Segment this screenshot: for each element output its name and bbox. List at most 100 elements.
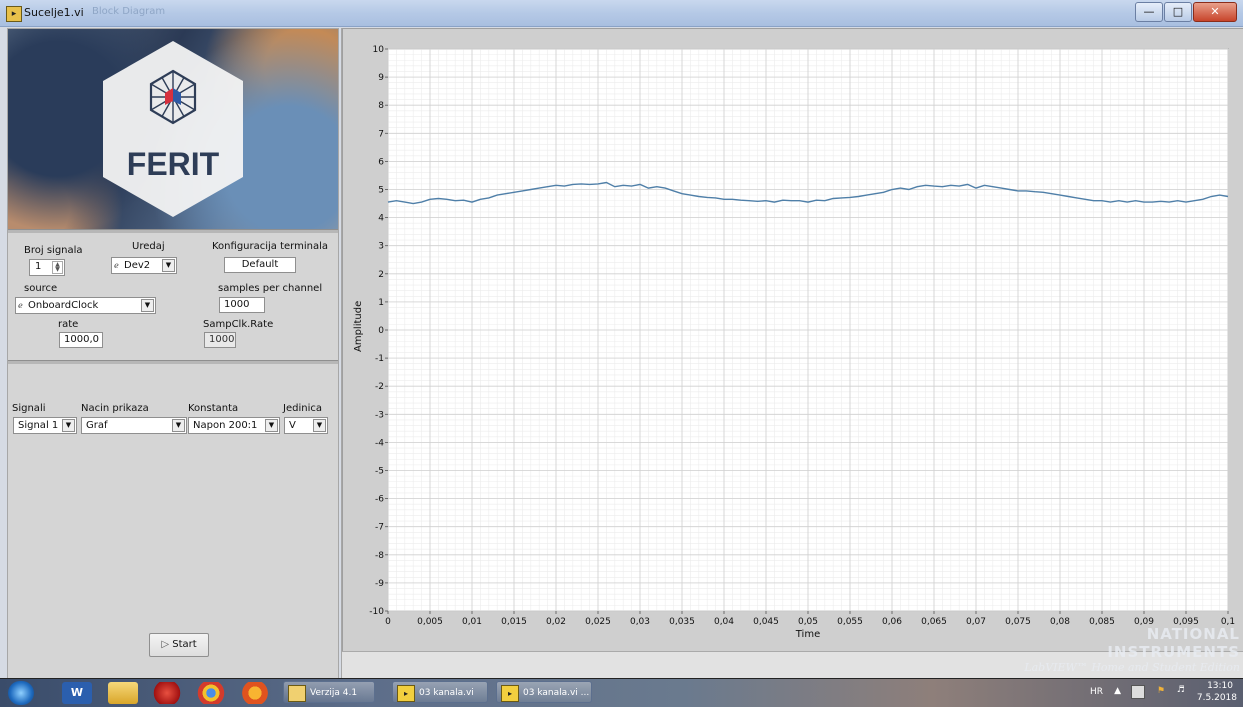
y-tick-label: -1 [375, 354, 384, 364]
x-tick-label: 0,07 [966, 617, 986, 627]
window-title: Sucelje1.vi [24, 6, 84, 19]
watermark-line-2: INSTRUMENTS [1107, 643, 1240, 661]
tray-expand-icon[interactable]: ▲ [1114, 686, 1121, 696]
language-indicator[interactable]: HR [1090, 687, 1103, 697]
konstanta-label: Konstanta [188, 403, 239, 414]
broj-signala-label: Broj signala [24, 245, 83, 256]
close-button[interactable]: ✕ [1193, 2, 1237, 22]
panel-divider [8, 360, 338, 364]
y-tick-label: -4 [375, 438, 384, 448]
start-button[interactable]: ▷ Start [149, 633, 209, 657]
signali-value: Signal 1 [18, 420, 59, 431]
konfiguracija-field[interactable]: Default [224, 257, 296, 273]
firefox-icon[interactable] [240, 682, 270, 704]
taskbar-labview-vi-2[interactable]: ▸ 03 kanala.vi ... [496, 681, 592, 703]
waveform-graph: 10 9 8 7 6 5 4 3 2 1 0 -1 -2 -3 -4 -5 -6 -7 -8 -9 -10 0 0,005… [342, 28, 1243, 652]
y-tick-label: 4 [378, 214, 384, 224]
word-icon[interactable]: W [62, 682, 92, 704]
uredaj-select[interactable]: ℯ Dev2 ▼ [111, 257, 177, 274]
ni-watermark: NATIONAL INSTRUMENTS LabVIEW™ Home and S… [1024, 625, 1240, 674]
chrome-icon[interactable] [196, 682, 226, 704]
x-tick-label: 0 [385, 617, 391, 627]
network-icon[interactable] [1131, 685, 1145, 699]
sampclk-label: SampClk.Rate [203, 319, 274, 330]
y-tick-label: -3 [375, 410, 384, 420]
x-tick-label: 0,005 [417, 617, 443, 627]
chevron-down-icon[interactable]: ▼ [62, 419, 75, 432]
uredaj-label: Uredaj [132, 241, 165, 252]
chevron-down-icon[interactable]: ▼ [265, 419, 278, 432]
watermark-line-1: NATIONAL [1146, 625, 1240, 643]
y-tick-label: -8 [375, 551, 384, 561]
taskbar-item-label: 03 kanala.vi ... [523, 688, 590, 698]
y-axis-ticks: 109876543210-1-2-3-4-5-6-7-8-9-10 [369, 45, 388, 617]
outlook-icon[interactable] [108, 682, 138, 704]
jedinica-value: V [289, 420, 296, 431]
watermark-line-3: LabVIEW™ Home and Student Edition [1024, 661, 1240, 674]
y-tick-label: -10 [369, 607, 384, 617]
rate-field[interactable]: 1000,0 [59, 332, 103, 348]
chevron-down-icon[interactable]: ▼ [172, 419, 185, 432]
volume-icon[interactable]: ♬ [1177, 685, 1185, 695]
taskbar-item-label: 03 kanala.vi [419, 688, 474, 698]
x-tick-label: 0,02 [546, 617, 566, 627]
chevron-down-icon[interactable]: ▼ [313, 419, 326, 432]
x-tick-label: 0,025 [585, 617, 611, 627]
clock-time[interactable]: 13:10 [1207, 681, 1233, 691]
y-tick-label: 1 [378, 298, 384, 308]
x-tick-label: 0,045 [753, 617, 779, 627]
nacin-label: Nacin prikaza [81, 403, 149, 414]
signali-label: Signali [12, 403, 46, 414]
x-tick-label: 0,065 [921, 617, 947, 627]
acrobat-icon[interactable] [152, 682, 182, 704]
x-tick-label: 0,03 [630, 617, 650, 627]
konstanta-value: Napon 200:1 [193, 420, 258, 431]
y-tick-label: 3 [378, 242, 384, 252]
folder-icon [288, 685, 306, 702]
broj-signala-stepper[interactable]: 1 ▲ ▼ [29, 259, 65, 276]
x-tick-label: 0,055 [837, 617, 863, 627]
chevron-down-icon[interactable]: ▼ [141, 299, 154, 312]
x-tick-label: 0,015 [501, 617, 527, 627]
y-tick-label: -9 [375, 579, 384, 589]
clock-date[interactable]: 7.5.2018 [1197, 693, 1237, 703]
minimize-button[interactable]: — [1135, 2, 1163, 22]
x-axis-label: Time [795, 629, 820, 640]
window-controls: — □ ✕ [1134, 2, 1237, 22]
konstanta-select[interactable]: Napon 200:1 ▼ [188, 417, 280, 434]
maximize-button[interactable]: □ [1164, 2, 1192, 22]
graph-panel: 10 9 8 7 6 5 4 3 2 1 0 -1 -2 -3 -4 -5 -6 -7 -8 -9 -10 0 0,005… [341, 28, 1243, 679]
x-tick-label: 0,035 [669, 617, 695, 627]
samples-field[interactable]: 1000 [219, 297, 265, 313]
x-tick-label: 0,06 [882, 617, 902, 627]
spinner-arrows-icon[interactable]: ▲ ▼ [52, 261, 63, 274]
jedinica-label: Jedinica [283, 403, 322, 414]
major-grid [387, 48, 1229, 612]
taskbar-labview-vi-1[interactable]: ▸ 03 kanala.vi [392, 681, 488, 703]
io-icon: ℯ [18, 301, 23, 310]
y-tick-label: 6 [378, 157, 384, 167]
nacin-value: Graf [86, 420, 108, 431]
y-tick-label: 2 [378, 270, 384, 280]
y-tick-label: 0 [378, 326, 384, 336]
y-tick-label: -6 [375, 495, 384, 505]
flag-icon[interactable]: ⚑ [1157, 686, 1165, 696]
rate-label: rate [58, 319, 79, 330]
y-tick-label: 8 [378, 101, 384, 111]
signali-select[interactable]: Signal 1 ▼ [13, 417, 77, 434]
window-subtitle: Block Diagram [92, 6, 166, 17]
nacin-select[interactable]: Graf ▼ [81, 417, 187, 434]
ferit-logo-graphic: FERIT [103, 41, 243, 217]
taskbar-folder-verzija[interactable]: Verzija 4.1 [283, 681, 375, 703]
start-button-label: Start [172, 639, 197, 650]
konfiguracija-label: Konfiguracija terminala [212, 241, 329, 252]
chevron-down-icon[interactable]: ▼ [162, 259, 175, 272]
y-tick-label: -7 [375, 523, 384, 533]
y-tick-label: -5 [375, 467, 384, 477]
taskbar-item-label: Verzija 4.1 [310, 688, 358, 698]
ferit-logo-banner: FERIT [8, 29, 338, 229]
source-select[interactable]: ℯ OnboardClock ▼ [15, 297, 156, 314]
start-orb-icon[interactable] [8, 681, 34, 705]
y-tick-label: 5 [378, 186, 384, 196]
jedinica-select[interactable]: V ▼ [284, 417, 328, 434]
